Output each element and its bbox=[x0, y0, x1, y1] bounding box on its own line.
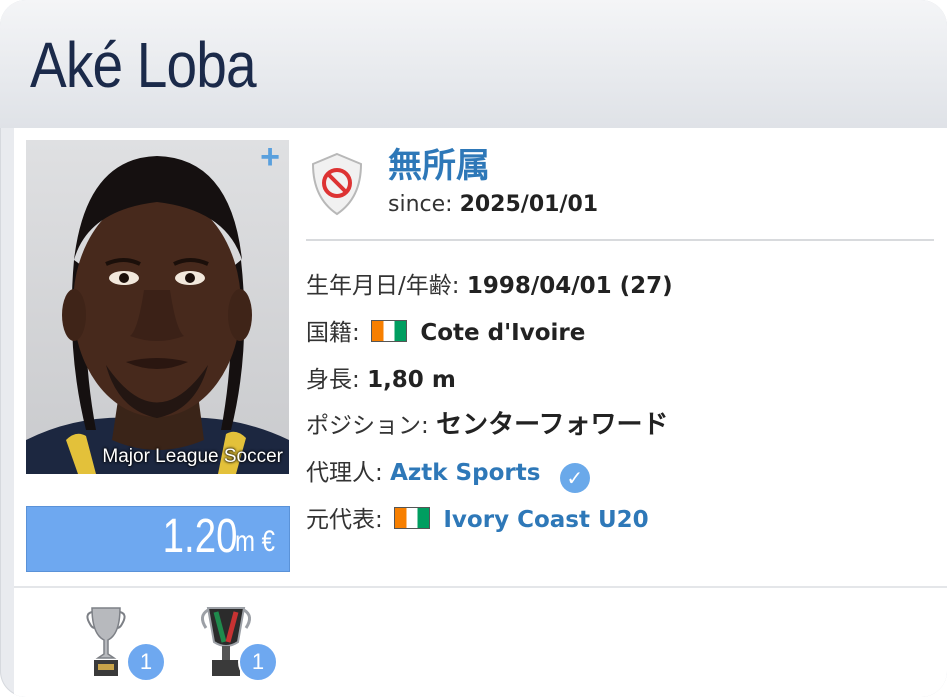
player-profile: Major League Soccer + 1.20 m € 無所属 since… bbox=[14, 128, 947, 586]
ivory-coast-flag-icon bbox=[394, 507, 431, 529]
trophy-count-badge: 1 bbox=[126, 642, 166, 682]
silver-trophy-icon[interactable] bbox=[86, 602, 126, 682]
player-portrait-illustration bbox=[26, 156, 289, 474]
agent-label: 代理人: bbox=[306, 460, 383, 486]
national-team-link[interactable]: Ivory Coast U20 bbox=[443, 507, 648, 533]
divider bbox=[306, 239, 934, 241]
nationality-label: 国籍: bbox=[306, 320, 360, 346]
national-team-label: 元代表: bbox=[306, 507, 383, 533]
info-row-position: ポジション: センターフォワード bbox=[306, 404, 669, 441]
player-header: Aké Loba bbox=[0, 0, 947, 128]
player-photo[interactable]: Major League Soccer bbox=[26, 140, 289, 474]
position-label: ポジション: bbox=[306, 413, 429, 439]
club-name-link[interactable]: 無所属 bbox=[388, 138, 490, 187]
photo-caption: Major League Soccer bbox=[102, 446, 283, 467]
verified-check-icon: ✓ bbox=[559, 463, 590, 493]
info-row-national-team: 元代表: Ivory Coast U20 bbox=[306, 500, 649, 534]
info-row-agent: 代理人: Aztk Sports ✓ bbox=[306, 453, 590, 493]
birth-value: 1998/04/01 (27) bbox=[466, 273, 673, 299]
player-card: Aké Loba Major League Soccer + 1.20 m € … bbox=[0, 0, 947, 697]
trophy-bar: 1 1 bbox=[14, 586, 947, 697]
nationality-value: Cote d'Ivoire bbox=[420, 320, 586, 346]
plus-icon[interactable]: + bbox=[255, 140, 285, 174]
market-value: 1.20 bbox=[162, 510, 237, 563]
birth-label: 生年月日/年齢: bbox=[306, 273, 460, 299]
agent-link[interactable]: Aztk Sports bbox=[390, 460, 540, 486]
height-label: 身長: bbox=[306, 367, 360, 393]
market-value-unit: m € bbox=[234, 525, 275, 558]
info-row-nationality: 国籍: Cote d'Ivoire bbox=[306, 313, 585, 347]
trophy-count-badge: 1 bbox=[238, 642, 278, 682]
market-value-box[interactable]: 1.20 m € bbox=[26, 506, 290, 572]
position-value: センターフォワード bbox=[436, 410, 669, 440]
ivory-coast-flag-icon bbox=[371, 320, 408, 342]
no-club-crest-icon bbox=[311, 152, 363, 216]
since-label: since: bbox=[388, 192, 453, 217]
club-since: since: 2025/01/01 bbox=[388, 192, 598, 217]
info-row-height: 身長: 1,80 m bbox=[306, 360, 456, 394]
info-row-birth: 生年月日/年齢: 1998/04/01 (27) bbox=[306, 266, 673, 300]
since-date: 2025/01/01 bbox=[459, 192, 599, 217]
player-name: Aké Loba bbox=[30, 29, 257, 101]
height-value: 1,80 m bbox=[367, 367, 456, 393]
